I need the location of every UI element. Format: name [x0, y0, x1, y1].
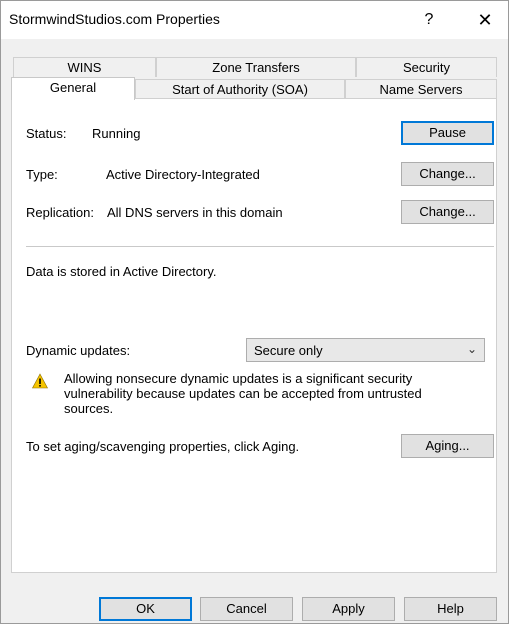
status-value: Running — [92, 126, 141, 141]
tab-general[interactable]: General — [11, 77, 135, 100]
cancel-button[interactable]: Cancel — [200, 597, 293, 621]
replication-value: All DNS servers in this domain — [107, 205, 283, 220]
apply-button[interactable]: Apply — [302, 597, 395, 621]
title-bar: StormwindStudios.com Properties ? ✕ — [1, 1, 508, 39]
warning-text: Allowing nonsecure dynamic updates is a … — [64, 371, 422, 416]
dynamic-updates-select[interactable]: Secure only ⌄ — [246, 338, 485, 362]
replication-label: Replication: — [26, 205, 94, 220]
chevron-down-icon: ⌄ — [466, 342, 477, 356]
tab-soa[interactable]: Start of Authority (SOA) — [135, 79, 345, 99]
status-label: Status: — [26, 126, 67, 141]
tab-security[interactable]: Security — [356, 57, 497, 77]
help-button[interactable]: Help — [404, 597, 497, 621]
type-change-button[interactable]: Change... — [401, 162, 494, 186]
properties-dialog: StormwindStudios.com Properties ? ✕ WINS… — [0, 0, 509, 624]
dynamic-updates-label: Dynamic updates: — [26, 343, 131, 358]
close-icon[interactable]: ✕ — [467, 5, 503, 35]
tab-wins[interactable]: WINS — [13, 57, 156, 77]
type-value: Active Directory-Integrated — [106, 167, 260, 182]
dialog-body: WINS Zone Transfers Security General Sta… — [1, 39, 508, 623]
replication-change-button[interactable]: Change... — [401, 200, 494, 224]
tab-zone-transfers[interactable]: Zone Transfers — [156, 57, 356, 77]
help-icon[interactable]: ? — [411, 5, 447, 35]
tab-name-servers[interactable]: Name Servers — [345, 79, 497, 99]
storage-text: Data is stored in Active Directory. — [26, 264, 217, 279]
window-title: StormwindStudios.com Properties — [9, 11, 220, 27]
type-label: Type: — [26, 167, 58, 182]
aging-text: To set aging/scavenging properties, clic… — [26, 439, 300, 454]
ok-button[interactable]: OK — [99, 597, 192, 621]
warning-icon — [32, 373, 48, 389]
dynamic-updates-value: Secure only — [254, 343, 323, 358]
aging-button[interactable]: Aging... — [401, 434, 494, 458]
divider — [26, 246, 494, 247]
pause-button[interactable]: Pause — [401, 121, 494, 145]
general-panel: Status: Running Pause Type: Active Direc… — [11, 98, 497, 573]
